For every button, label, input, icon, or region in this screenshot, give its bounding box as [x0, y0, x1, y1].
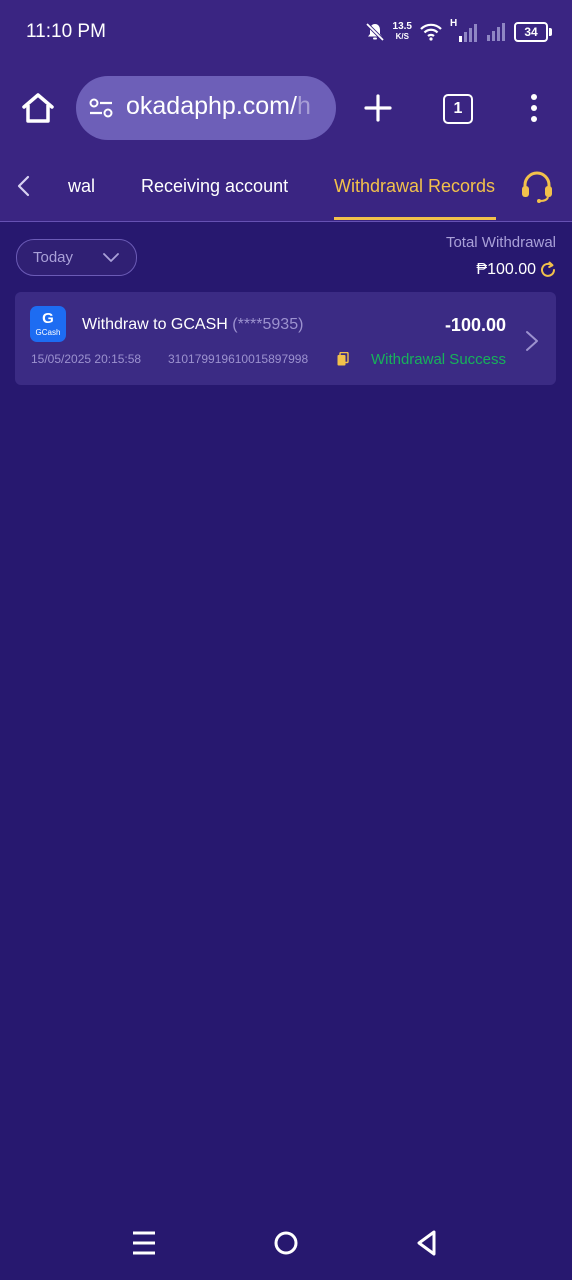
headset-icon[interactable]	[520, 170, 554, 204]
signal-bars-icon-2	[487, 23, 505, 41]
gcash-logo: G GCash	[30, 306, 66, 342]
net-speed-unit: K/S	[395, 32, 409, 41]
back-triangle-icon[interactable]	[414, 1229, 442, 1257]
browser-toolbar: okadaphp.com/h 1	[0, 76, 572, 140]
url-text: okadaphp.com/h	[126, 92, 311, 121]
signal-bars-icon	[459, 24, 477, 42]
nav-tabs: wal Receiving account Withdrawal Records	[0, 160, 572, 221]
total-withdrawal-amount: ₱100.00	[476, 261, 536, 278]
system-nav-bar	[0, 1205, 572, 1280]
total-withdrawal-label: Total Withdrawal	[445, 234, 556, 251]
bell-muted-icon	[365, 22, 384, 42]
record-order-id: 310179919610015897998	[168, 352, 309, 366]
app-header: 11:10 PM 13.5 K/S H 34 okadaphp.com/h 1 …	[0, 0, 572, 222]
url-main: okadaphp.com/	[126, 92, 297, 120]
record-amount: -100.00	[444, 315, 506, 335]
copy-icon[interactable]	[337, 352, 349, 366]
net-speed: 13.5 K/S	[393, 22, 412, 42]
status-icons: 13.5 K/S H 34	[365, 18, 552, 46]
url-dim: h	[296, 92, 311, 120]
tab-withdrawal[interactable]: wal	[68, 176, 95, 197]
withdrawal-record[interactable]: G GCash Withdraw to GCASH (****5935) -10…	[15, 292, 556, 385]
tune-icon[interactable]	[88, 96, 114, 120]
chevron-down-icon	[103, 253, 119, 262]
gcash-logo-text: GCash	[35, 328, 61, 337]
plus-icon[interactable]	[362, 92, 394, 124]
tab-withdrawal-records[interactable]: Withdrawal Records	[334, 176, 495, 197]
record-status: Withdrawal Success	[370, 351, 506, 368]
battery-indicator: 34	[514, 22, 552, 42]
record-masked-account: (****5935)	[232, 316, 304, 333]
home-circle-icon[interactable]	[272, 1229, 300, 1257]
status-bar: 11:10 PM 13.5 K/S H 34	[0, 0, 572, 64]
network-type: H	[450, 18, 458, 29]
signal-1: H	[450, 18, 478, 42]
chevron-right-icon[interactable]	[525, 330, 539, 352]
wifi-icon	[420, 23, 442, 41]
refresh-icon[interactable]	[539, 261, 557, 279]
date-filter-value: Today	[33, 249, 74, 266]
record-title-text: Withdraw to GCASH	[82, 316, 228, 333]
home-icon[interactable]	[20, 90, 56, 126]
net-speed-value: 13.5	[392, 21, 412, 32]
active-tab-indicator	[334, 217, 496, 220]
menu-icon[interactable]	[130, 1229, 158, 1257]
status-time: 11:10 PM	[26, 21, 106, 42]
header-divider	[0, 221, 572, 222]
record-title: Withdraw to GCASH (****5935)	[82, 316, 303, 334]
tabs-icon[interactable]: 1	[443, 94, 473, 124]
chevron-left-icon[interactable]	[12, 174, 36, 198]
more-vert-icon[interactable]	[524, 92, 544, 124]
address-bar[interactable]: okadaphp.com/h	[76, 76, 336, 140]
record-datetime: 15/05/2025 20:15:58	[31, 352, 142, 366]
tab-receiving-account[interactable]: Receiving account	[141, 176, 288, 197]
date-filter-dropdown[interactable]: Today	[16, 239, 137, 276]
gcash-logo-letter: G	[42, 310, 54, 327]
